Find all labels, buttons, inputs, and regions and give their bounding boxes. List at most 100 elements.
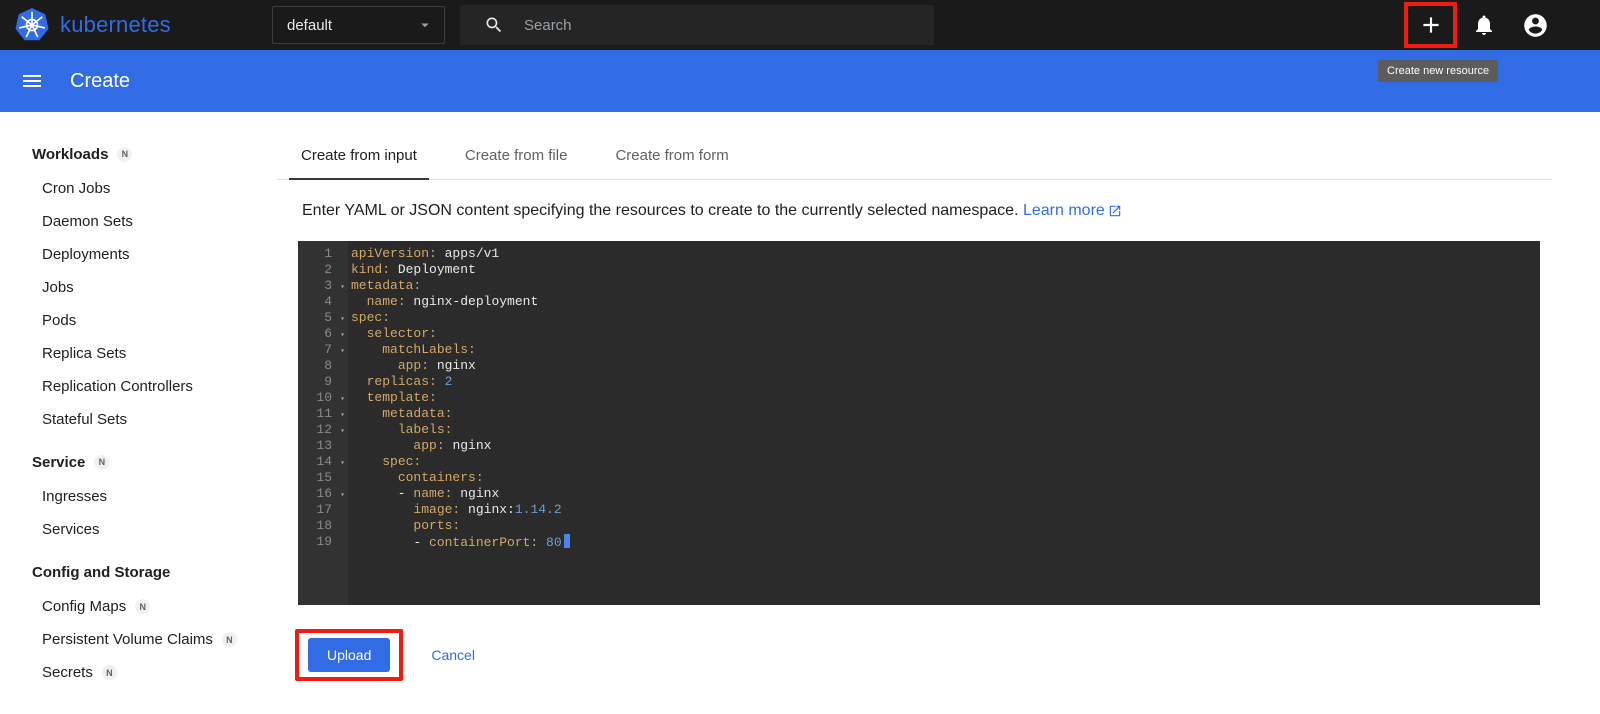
sidebar-item-persistent-volume-claims[interactable]: Persistent Volume Claims N (32, 623, 277, 656)
line-number: 13 (316, 438, 332, 453)
code-line: kind: Deployment (351, 262, 1540, 278)
line-number: 2 (324, 262, 332, 277)
sidebar-item-secrets[interactable]: Secrets N (32, 656, 277, 689)
brand[interactable]: kubernetes (14, 7, 171, 43)
line-number: 12 (316, 422, 332, 437)
gutter-line: 16 ▾ (298, 486, 348, 502)
menu-button[interactable] (20, 69, 44, 93)
code-token: nginx (452, 486, 500, 501)
sidebar-section-config-and-storage: Config and Storage Config Maps N Persistent… (32, 554, 277, 689)
gutter-line: 13 (298, 438, 348, 454)
sidebar-section-header: Service N (32, 444, 277, 480)
line-number: 6 (324, 326, 332, 341)
tab-create-from-file[interactable]: Create from file (441, 131, 592, 179)
sidebar-item-ingresses[interactable]: Ingresses (32, 480, 277, 513)
sidebar-item-replica-sets[interactable]: Replica Sets (32, 337, 277, 370)
sidebar-item-daemon-sets[interactable]: Daemon Sets (32, 205, 277, 238)
line-number: 15 (316, 470, 332, 485)
kubernetes-dashboard: kubernetes default Search Create new res… (0, 0, 1600, 714)
code-line: spec: (351, 454, 1540, 470)
annotation-highlight-create (1404, 2, 1457, 48)
gutter-line: 11 ▾ (298, 406, 348, 422)
sidebar-item-stateful-sets[interactable]: Stateful Sets (32, 403, 277, 436)
sidebar-item-replication-controllers[interactable]: Replication Controllers (32, 370, 277, 403)
create-new-resource-button[interactable] (1418, 12, 1444, 38)
sidebar-section-label: Config and Storage (32, 563, 171, 581)
code-line: containers: (351, 470, 1540, 486)
code-token: name: (366, 294, 406, 309)
search-icon (486, 17, 502, 33)
sidebar-item-cron-jobs[interactable]: Cron Jobs (32, 172, 277, 205)
sidebar-section-service: Service N Ingresses Services (32, 444, 277, 546)
sidebar-item-services[interactable]: Services (32, 513, 277, 546)
sidebar-section-header: Config and Storage (32, 554, 277, 590)
sidebar-item-label: Replica Sets (42, 345, 127, 362)
sidebar-item-label: Replication Controllers (42, 378, 193, 395)
gutter-line: 17 (298, 502, 348, 518)
code-line: spec: (351, 310, 1540, 326)
code-line: - name: nginx (351, 486, 1540, 502)
sidebar-section-workloads: Workloads N Cron Jobs Daemon Sets Deployment… (32, 136, 277, 436)
description-text: Enter YAML or JSON content specifying th… (302, 202, 1019, 219)
code-token: name: (413, 486, 453, 501)
namespace-selector[interactable]: default (272, 6, 445, 44)
line-number: 17 (316, 502, 332, 517)
gutter-line: 7 ▾ (298, 342, 348, 358)
sidebar-item-jobs[interactable]: Jobs (32, 271, 277, 304)
editor-gutter: 1 2 3 ▾ 4 5 ▾ 6 ▾ 7 ▾ 8 9 10 ▾ 11 ▾ 12 ▾ 13 14 ▾ 15 16 ▾ 17 18 19 (298, 241, 348, 605)
form-actions: Upload Cancel (295, 629, 1600, 681)
sidebar-item-config-maps[interactable]: Config Maps N (32, 590, 277, 623)
line-number: 11 (316, 406, 332, 421)
learn-more-link[interactable]: Learn more (1023, 202, 1122, 220)
code-token: 80 (538, 535, 562, 550)
sidebar-nav: Workloads N Cron Jobs Daemon Sets Deployment… (0, 112, 277, 714)
gutter-line: 19 (298, 534, 348, 550)
code-token: nginx (429, 358, 476, 373)
line-number: 14 (316, 454, 332, 469)
sidebar-item-label: Persistent Volume Claims (42, 631, 213, 648)
editor-code[interactable]: apiVersion: apps/v1 kind: Deployment metad… (348, 241, 1540, 605)
notifications-button[interactable] (1471, 12, 1497, 38)
code-line: ports: (351, 518, 1540, 534)
annotation-highlight-upload: Upload (295, 629, 404, 681)
line-number: 1 (324, 246, 332, 261)
account-button[interactable] (1521, 11, 1549, 39)
code-line: apiVersion: apps/v1 (351, 246, 1540, 262)
sidebar-item-pods[interactable]: Pods (32, 304, 277, 337)
code-line: selector: (351, 326, 1540, 342)
line-number: 4 (324, 294, 332, 309)
tabs: Create from input Create from file Create … (277, 131, 1552, 180)
code-token: template: (366, 390, 437, 405)
code-token: apiVersion: (351, 246, 437, 261)
upload-button[interactable]: Upload (308, 638, 391, 672)
line-number: 3 (324, 278, 332, 293)
text-cursor (563, 534, 570, 548)
tab-create-from-input[interactable]: Create from input (277, 131, 441, 180)
sidebar-item-label: Pods (42, 312, 77, 329)
sidebar-item-deployments[interactable]: Deployments (32, 238, 277, 271)
page-title: Create (70, 69, 131, 92)
sidebar-item-label: Ingresses (42, 488, 108, 505)
top-bar: kubernetes default (0, 0, 1600, 50)
sidebar-item-label: Config Maps (42, 598, 127, 615)
line-number: 19 (316, 534, 332, 549)
gutter-line: 8 (298, 358, 348, 374)
gutter-line: 15 (298, 470, 348, 486)
code-token: metadata: (351, 278, 422, 293)
gutter-line: 3 ▾ (298, 278, 348, 294)
tab-create-from-form[interactable]: Create from form (591, 131, 752, 179)
code-token: labels: (397, 422, 453, 437)
code-token: containerPort: (429, 535, 539, 550)
line-number: 18 (316, 518, 332, 533)
code-token: matchLabels: (382, 342, 476, 357)
code-line: replicas: 2 (351, 374, 1540, 390)
cancel-button[interactable]: Cancel (431, 647, 475, 663)
code-token: replicas: (366, 374, 437, 389)
search-input[interactable] (524, 16, 884, 34)
search-bar[interactable] (460, 5, 934, 45)
code-line: metadata: (351, 406, 1540, 422)
yaml-editor[interactable]: 1 2 3 ▾ 4 5 ▾ 6 ▾ 7 ▾ 8 9 10 ▾ 11 ▾ 12 ▾ 13 14 ▾ 15 16 ▾ 17 18 19 a… (298, 241, 1540, 605)
